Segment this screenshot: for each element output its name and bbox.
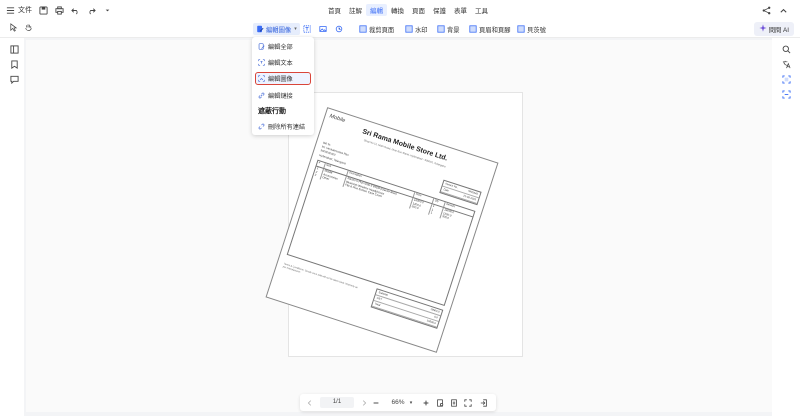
- watermark-tool[interactable]: 水印: [402, 23, 431, 35]
- background-tool[interactable]: 背景: [434, 23, 463, 35]
- zoom-in-button[interactable]: [420, 394, 432, 411]
- header-footer-label: 頁眉和頁腳: [479, 26, 511, 34]
- panel-icon[interactable]: [10, 45, 19, 54]
- title-bar: 文件 首頁 註解 編輯 轉換 頁面 保護 表單 工具: [0, 0, 800, 20]
- edit-image-item-label: 編輯圖像: [268, 76, 293, 83]
- header-footer-icon: [469, 25, 477, 33]
- ask-ai-button[interactable]: 問問 AI: [753, 22, 794, 36]
- menu-form[interactable]: 表單: [450, 4, 471, 16]
- background-icon: [437, 25, 445, 33]
- exit-icon[interactable]: [478, 394, 490, 411]
- edit-all-item[interactable]: 編輯全部: [256, 41, 310, 52]
- fit-width-icon[interactable]: [448, 394, 460, 411]
- edit-dropdown-menu: 編輯全部 編輯文本 編輯圖像 編輯鏈接 遮蔽行動 刪除所有連結: [252, 37, 314, 135]
- remove-links-label: 刪除所有連結: [268, 124, 306, 131]
- bates-icon: [517, 25, 525, 33]
- add-text-tool[interactable]: [300, 23, 314, 35]
- comment-icon[interactable]: [10, 75, 19, 85]
- edit-all-icon: [258, 43, 265, 50]
- redaction-heading: 遮蔽行動: [258, 108, 286, 115]
- watermark-label: 水印: [415, 26, 428, 34]
- total-key: Total: [374, 302, 381, 308]
- chevron-down-icon[interactable]: [103, 6, 112, 15]
- image-icon: [319, 25, 327, 33]
- total-key: GST: [376, 296, 383, 302]
- undo-icon[interactable]: [71, 6, 80, 15]
- fit-page-icon[interactable]: [434, 394, 446, 411]
- cursor-icon[interactable]: [9, 23, 18, 32]
- file-menu[interactable]: 文件: [6, 5, 32, 15]
- text-icon: [303, 25, 311, 33]
- menu-icon: [6, 6, 15, 15]
- link-icon: [335, 25, 343, 33]
- edit-text-item[interactable]: 編輯文本: [256, 57, 310, 68]
- menu-page[interactable]: 頁面: [408, 4, 429, 16]
- select-tools: [9, 23, 33, 32]
- prev-page-button[interactable]: [304, 394, 316, 411]
- bookmark-icon[interactable]: [10, 60, 19, 69]
- menu-convert[interactable]: 轉換: [387, 4, 408, 16]
- right-sidebar: [772, 38, 800, 416]
- add-image-tool[interactable]: [316, 23, 330, 35]
- collapse-icon[interactable]: [779, 6, 788, 15]
- scan-icon[interactable]: [782, 75, 791, 84]
- edit-all-label: 編輯全部: [268, 44, 293, 51]
- menu-tools[interactable]: 工具: [471, 4, 492, 16]
- edit-text-icon: [258, 59, 265, 66]
- menu-protect[interactable]: 保護: [429, 4, 450, 16]
- edit-link-item[interactable]: 編輯鏈接: [256, 90, 310, 101]
- invoice-logo: Mobile: [328, 113, 346, 125]
- background-label: 背景: [447, 26, 460, 34]
- hand-icon[interactable]: [24, 23, 33, 32]
- edit-text-label: 編輯文本: [268, 60, 293, 67]
- sparkle-icon: [759, 24, 767, 34]
- crop-page-label: 裁剪頁面: [369, 26, 395, 34]
- window-actions: [762, 0, 788, 20]
- add-link-tool[interactable]: [332, 23, 346, 35]
- zoom-out-button[interactable]: [370, 394, 382, 411]
- edit-image-icon: [258, 75, 265, 82]
- save-icon[interactable]: [39, 5, 48, 15]
- bates-label: 貝茨號: [527, 26, 546, 34]
- total-value: 0.0: [433, 315, 438, 320]
- crop-icon: [359, 25, 367, 33]
- menu-home[interactable]: 首頁: [324, 4, 345, 16]
- redo-icon[interactable]: [87, 6, 96, 15]
- bates-tool[interactable]: 貝茨號: [514, 23, 549, 35]
- edit-toolbar: 編輯圖像 ▾ 裁剪頁面 水印 背景 頁眉和頁腳 貝茨號 問問 AI: [0, 20, 800, 38]
- chevron-down-icon[interactable]: ▾: [408, 394, 414, 411]
- page-navigation-bar: 1/1 66% ▾: [300, 394, 496, 411]
- meta-key: Date: [443, 188, 450, 193]
- crop-page-tool[interactable]: 裁剪頁面: [356, 23, 397, 35]
- ocr-icon[interactable]: [782, 90, 791, 99]
- quick-access: 文件: [6, 0, 112, 20]
- edit-image-item[interactable]: 編輯圖像: [255, 72, 311, 85]
- watermark-icon: [405, 25, 413, 33]
- ask-ai-label: 問問 AI: [768, 26, 789, 34]
- link-icon: [258, 92, 265, 99]
- edit-image-label: 編輯圖像: [266, 26, 292, 34]
- menu-annotate[interactable]: 註解: [345, 4, 366, 16]
- print-icon[interactable]: [55, 5, 64, 15]
- main-menu: 首頁 註解 編輯 轉換 頁面 保護 表單 工具: [324, 0, 492, 20]
- left-sidebar: [0, 38, 24, 416]
- remove-links-item[interactable]: 刪除所有連結: [256, 121, 310, 132]
- share-icon[interactable]: [762, 6, 771, 15]
- search-icon[interactable]: [782, 45, 791, 54]
- unlink-icon: [258, 123, 265, 130]
- page-indicator[interactable]: 1/1: [320, 397, 354, 408]
- header-footer-tool[interactable]: 頁眉和頁腳: [466, 23, 513, 35]
- zoom-level[interactable]: 66%: [388, 394, 408, 411]
- total-value: 19500.0: [426, 319, 437, 326]
- edit-image-tool[interactable]: 編輯圖像 ▾: [253, 23, 300, 35]
- chevron-down-icon: ▾: [294, 26, 297, 32]
- edit-doc-icon: [256, 25, 264, 33]
- edit-link-label: 編輯鏈接: [268, 93, 293, 100]
- next-page-button[interactable]: [358, 394, 370, 411]
- menu-edit[interactable]: 編輯: [366, 4, 387, 16]
- file-label: 文件: [18, 7, 32, 14]
- fullscreen-icon[interactable]: [462, 394, 474, 411]
- translate-icon[interactable]: [782, 60, 791, 69]
